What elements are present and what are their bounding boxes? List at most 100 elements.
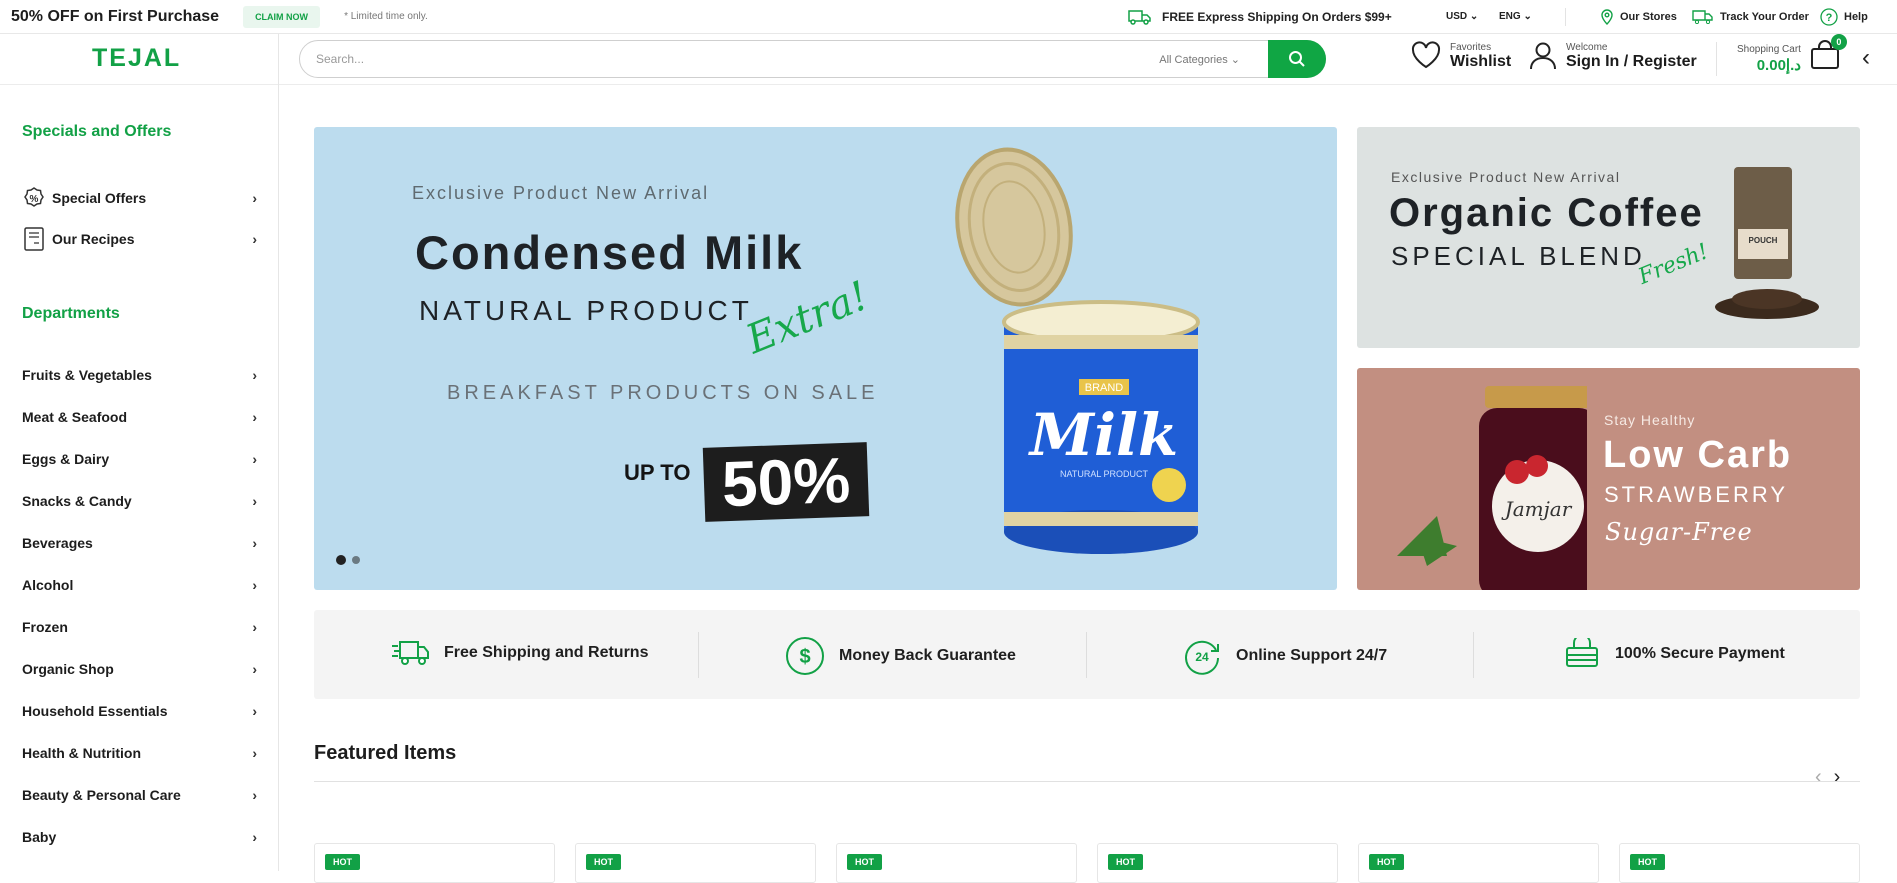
help-icon: ? [1820, 7, 1838, 26]
chevron-right-icon: › [252, 451, 257, 467]
divider [1473, 632, 1474, 678]
chevron-right-icon: › [252, 367, 257, 383]
wishlist-label: Wishlist [1450, 53, 1512, 70]
jam-eyebrow: Stay Healthy [1604, 412, 1696, 428]
hero-banner[interactable]: Exclusive Product New Arrival Condensed … [314, 127, 1337, 590]
search-button[interactable] [1268, 40, 1326, 78]
coffee-subtitle: SPECIAL BLEND [1391, 241, 1646, 271]
cart-count-badge: 0 [1830, 34, 1847, 50]
product-card[interactable]: HOT [575, 843, 816, 883]
secure-payment-icon [1566, 638, 1598, 667]
cart-label: Shopping Cart [1737, 43, 1801, 55]
collapse-chevron-icon[interactable]: ‹ [1862, 44, 1870, 72]
sidebar-item-label: Our Recipes [52, 231, 135, 247]
site-logo[interactable]: TEJAL [92, 44, 181, 73]
search-input[interactable] [316, 52, 1116, 66]
product-card[interactable]: HOT [1358, 843, 1599, 883]
delivery-truck-icon [1692, 9, 1713, 24]
map-pin-icon [1601, 8, 1613, 25]
cart-link[interactable]: Shopping Cart 0.00د.إ 0 [1737, 34, 1847, 75]
wishlist-link[interactable]: Favorites Wishlist [1410, 40, 1511, 70]
jam-banner[interactable]: Jamjar Stay Healthy Low Carb STRAWBERRY … [1357, 368, 1860, 590]
chevron-right-icon: › [252, 703, 257, 719]
svg-text:POUCH: POUCH [1749, 236, 1778, 245]
chevron-right-icon: › [252, 787, 257, 803]
hot-badge: HOT [847, 854, 882, 870]
track-order-link[interactable]: Track Your Order [1692, 9, 1809, 24]
search-bar: All Categories ⌄ [299, 40, 1326, 78]
banner-subtitle: NATURAL PRODUCT [419, 295, 753, 326]
free-shipping-notice: FREE Express Shipping On Orders $99+ [1128, 9, 1392, 25]
feature-support: 24 Online Support 24/7 [1182, 636, 1387, 676]
sign-in-label: Sign In / Register [1566, 53, 1697, 70]
jam-script-text: Sugar-Free [1605, 518, 1753, 546]
banner-discount: 50% [702, 442, 870, 522]
truck-icon [1128, 9, 1151, 25]
chevron-right-icon: › [252, 745, 257, 761]
arrow-left-icon[interactable]: ‹ [1815, 766, 1822, 789]
feature-label: Free Shipping and Returns [444, 644, 649, 661]
svg-text:?: ? [1826, 12, 1833, 24]
account-link[interactable]: Welcome Sign In / Register [1528, 40, 1697, 70]
svg-text:NATURAL PRODUCT: NATURAL PRODUCT [1060, 469, 1149, 479]
milk-can-image: BRAND Milk NATURAL PRODUCT [955, 147, 1200, 554]
carousel-dot-active[interactable] [336, 555, 346, 565]
svg-text:24: 24 [1195, 650, 1209, 664]
feature-label: Online Support 24/7 [1236, 647, 1388, 664]
departments-title: Departments [22, 305, 120, 322]
feature-shipping: Free Shipping and Returns [390, 638, 648, 668]
product-card[interactable]: HOT [314, 843, 555, 883]
chevron-right-icon: › [252, 661, 257, 677]
search-icon [1289, 51, 1305, 67]
hot-badge: HOT [325, 854, 360, 870]
fast-truck-icon [392, 641, 429, 665]
language-select[interactable]: ENG ⌄ [1499, 11, 1532, 22]
coffee-title: Organic Coffee [1389, 191, 1704, 235]
chevron-right-icon: › [252, 409, 257, 425]
product-card[interactable]: HOT [836, 843, 1077, 883]
sidebar-item-department[interactable]: Beauty & Personal Care › [22, 787, 257, 803]
hot-badge: HOT [586, 854, 621, 870]
dollar-circle-icon: $ [786, 637, 824, 675]
support-24-icon: 24 [1185, 640, 1219, 675]
currency-select[interactable]: USD ⌄ [1446, 11, 1478, 22]
heart-icon [1411, 41, 1441, 69]
coffee-pouch-image: POUCH [1715, 167, 1819, 319]
svg-text:$: $ [799, 646, 810, 668]
claim-now-button[interactable]: CLAIM NOW [243, 5, 321, 28]
jam-subtitle: STRAWBERRY [1604, 482, 1789, 507]
sidebar-item-department[interactable]: Health & Nutrition › [22, 745, 257, 761]
sidebar-item-special-offers[interactable]: % Special Offers › [22, 186, 257, 210]
sidebar-item-department[interactable]: Alcohol › [22, 577, 257, 593]
sidebar-item-department[interactable]: Eggs & Dairy › [22, 451, 257, 467]
sidebar-item-our-recipes[interactable]: Our Recipes › [22, 226, 257, 252]
banner-sale-text: BREAKFAST PRODUCTS ON SALE [447, 382, 879, 404]
sidebar-item-department[interactable]: Snacks & Candy › [22, 493, 257, 509]
recipe-book-icon [24, 227, 44, 251]
sidebar-item-department[interactable]: Beverages › [22, 535, 257, 551]
coffee-banner[interactable]: Exclusive Product New Arrival Organic Co… [1357, 127, 1860, 348]
sidebar-divider [278, 34, 279, 871]
sidebar-item-department[interactable]: Baby › [22, 829, 257, 845]
sidebar-item-department[interactable]: Fruits & Vegetables › [22, 367, 257, 383]
product-card[interactable]: HOT [1619, 843, 1860, 883]
specials-title: Specials and Offers [22, 123, 172, 140]
sidebar-item-department[interactable]: Meat & Seafood › [22, 409, 257, 425]
sidebar-item-department[interactable]: Organic Shop › [22, 661, 257, 677]
top-bar: 50% OFF on First Purchase CLAIM NOW * Li… [0, 0, 1897, 34]
cart-total: 0.00د.إ [1756, 56, 1801, 74]
chevron-right-icon: › [252, 619, 257, 635]
our-stores-link[interactable]: Our Stores [1600, 8, 1677, 25]
sidebar-item-department[interactable]: Frozen › [22, 619, 257, 635]
divider [1086, 632, 1087, 678]
arrow-right-icon[interactable]: › [1834, 766, 1841, 789]
carousel-dot[interactable] [352, 556, 360, 564]
carousel-arrows: ‹ › [1815, 766, 1840, 789]
sidebar-item-department[interactable]: Household Essentials › [22, 703, 257, 719]
divider [1565, 8, 1566, 26]
product-card[interactable]: HOT [1097, 843, 1338, 883]
help-link[interactable]: ? Help [1820, 7, 1868, 26]
chevron-right-icon: › [252, 493, 257, 509]
category-dropdown[interactable]: All Categories ⌄ [1159, 53, 1240, 66]
divider [698, 632, 699, 678]
